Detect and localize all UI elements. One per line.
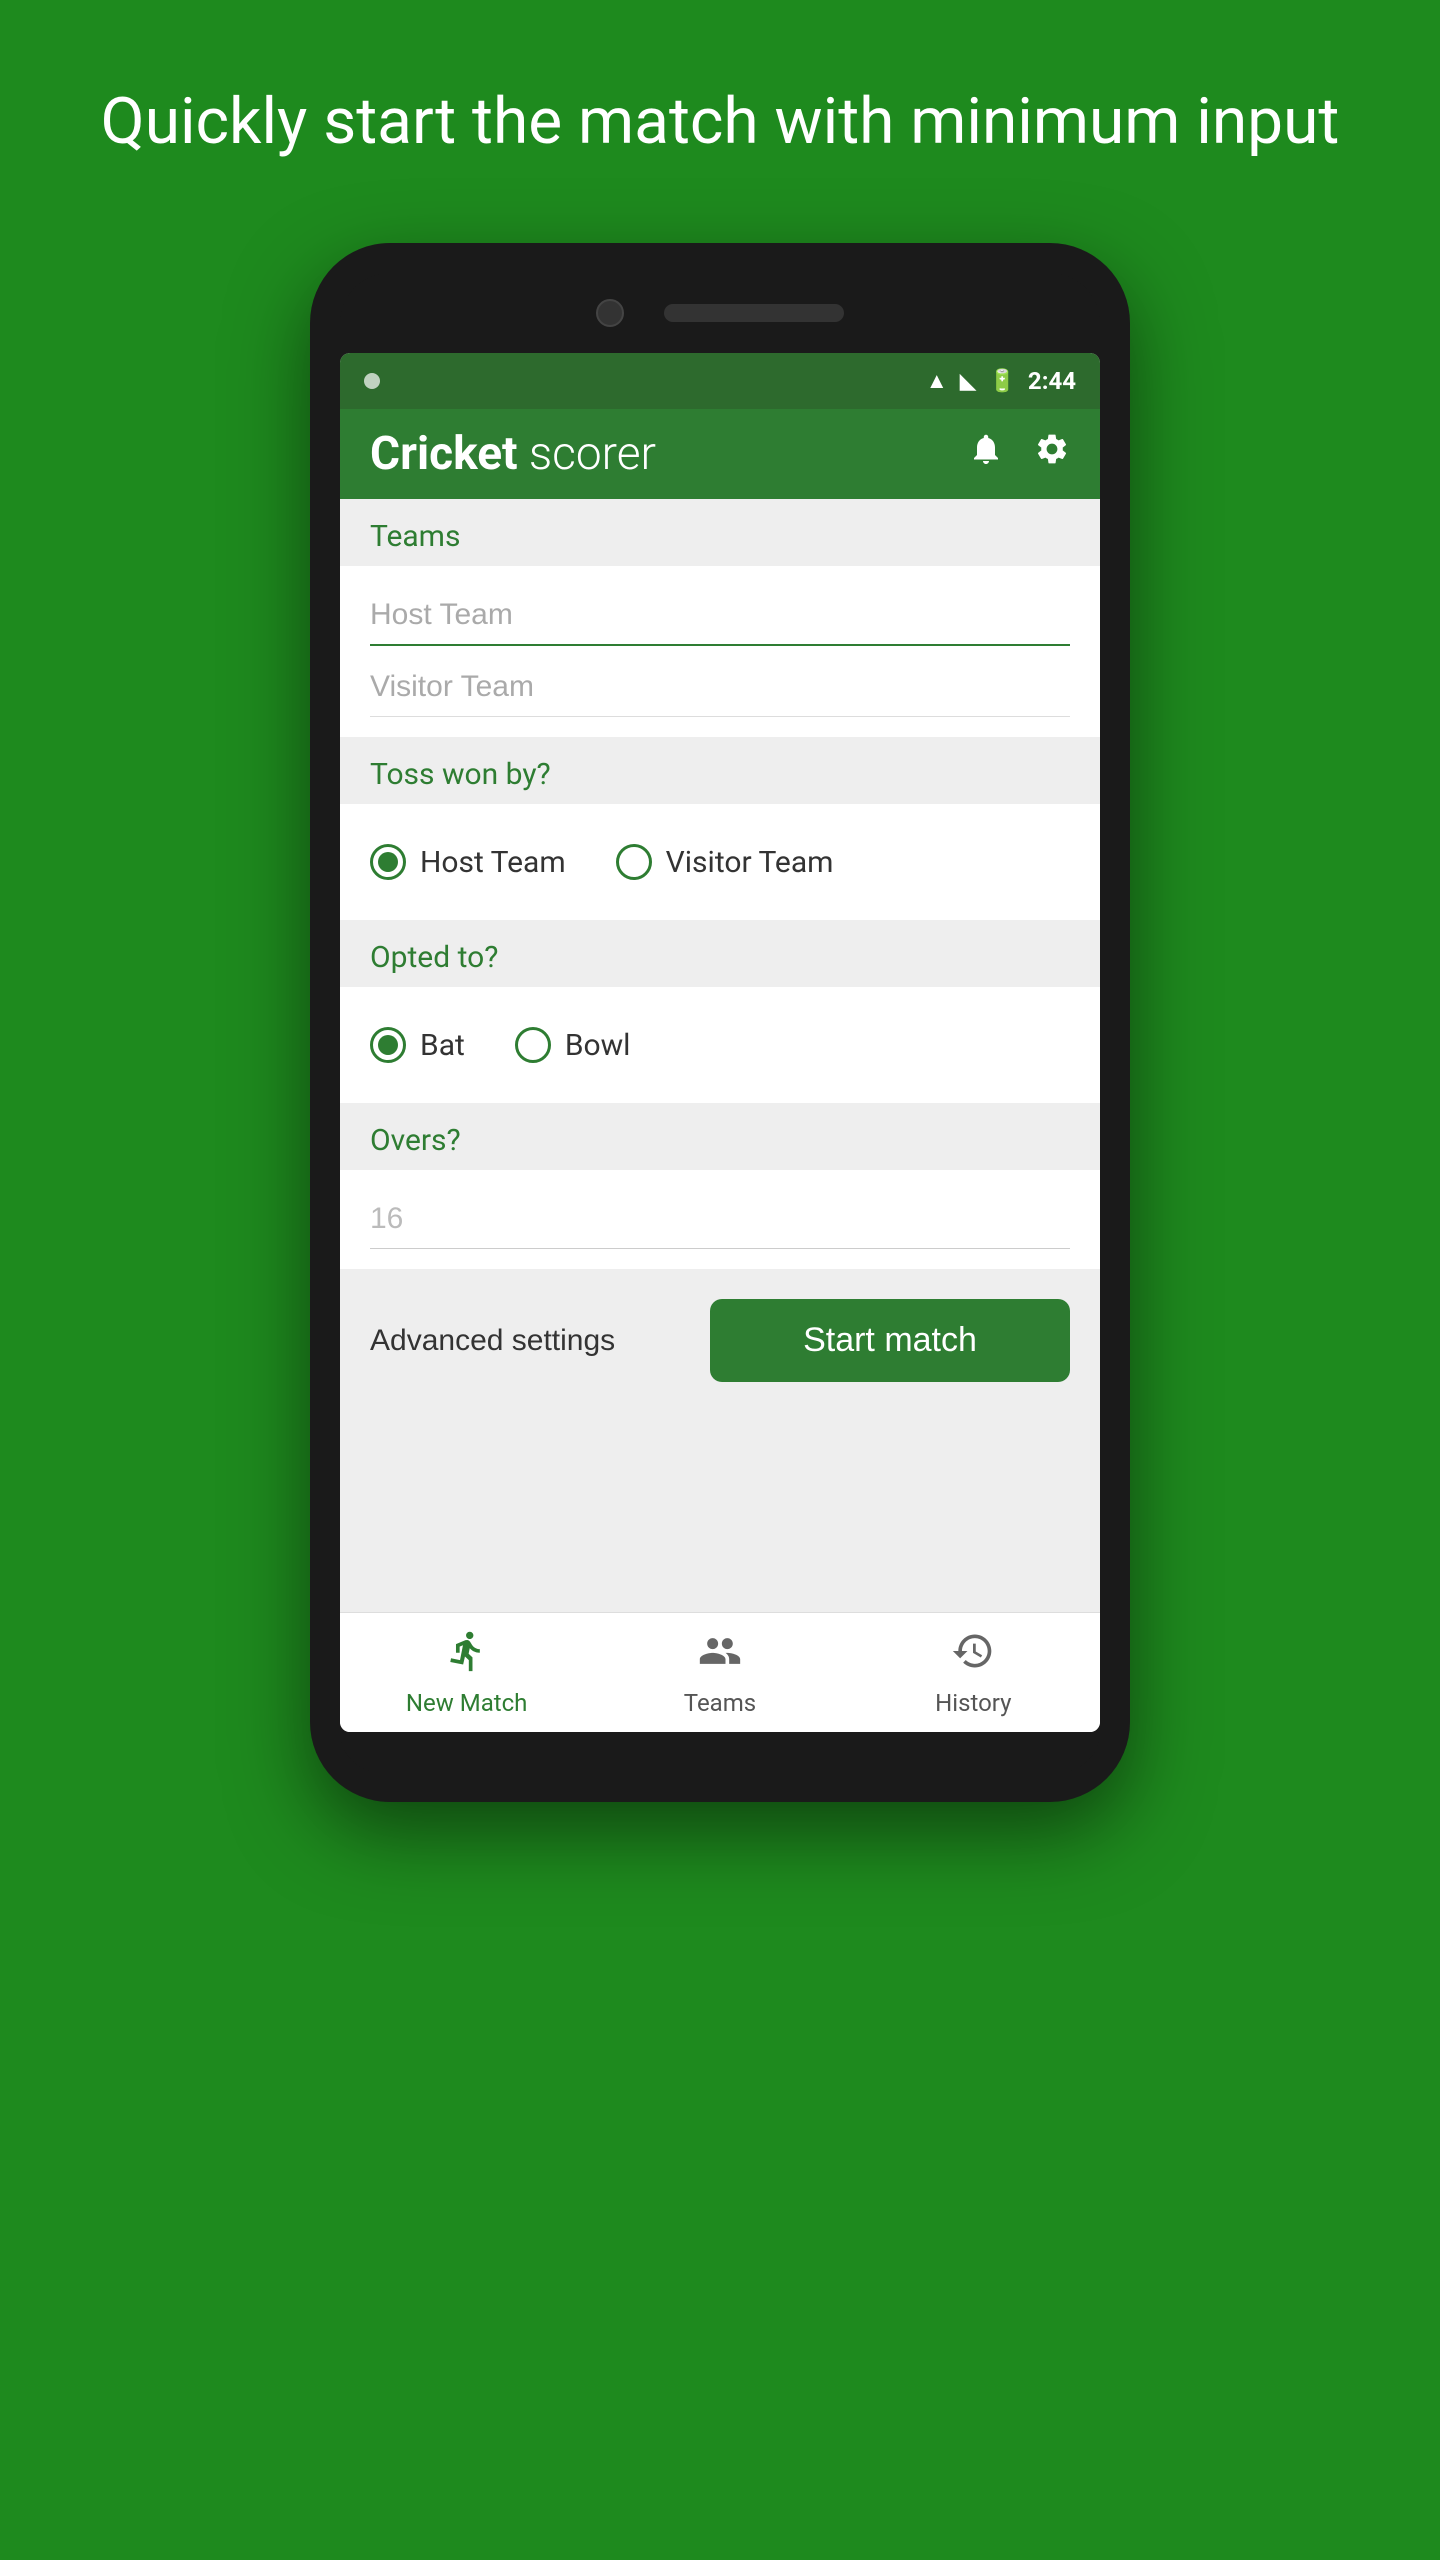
visitor-team-input[interactable] (370, 658, 1070, 717)
promo-text: Quickly start the match with minimum inp… (101, 80, 1340, 163)
toss-host-team-label: Host Team (420, 845, 566, 880)
phone-camera (596, 299, 624, 327)
nav-item-history[interactable]: History (847, 1619, 1100, 1727)
app-title-bold: Cricket (370, 427, 518, 481)
teams-card (340, 566, 1100, 737)
toss-card: Host Team Visitor Team (340, 804, 1100, 920)
status-dot (364, 373, 380, 389)
app-bar: Cricket scorer (340, 409, 1100, 499)
overs-card (340, 1170, 1100, 1269)
battery-icon: 🔋 (989, 369, 1016, 394)
new-match-icon (445, 1629, 489, 1683)
teams-icon (698, 1629, 742, 1683)
toss-host-team-radio[interactable]: Host Team (370, 844, 566, 880)
actions-row: Advanced settings Start match (340, 1269, 1100, 1412)
nav-item-teams[interactable]: Teams (593, 1619, 846, 1727)
host-team-input[interactable] (370, 586, 1070, 646)
toss-visitor-team-radio[interactable]: Visitor Team (616, 844, 834, 880)
phone-speaker (664, 304, 844, 322)
app-title: Cricket scorer (370, 427, 656, 481)
wifi-icon: ▲ (926, 368, 948, 394)
opted-bowl-radio[interactable]: Bowl (515, 1027, 631, 1063)
nav-label-new-match: New Match (406, 1689, 527, 1717)
opted-card: Bat Bowl (340, 987, 1100, 1103)
notification-icon[interactable] (968, 431, 1004, 477)
empty-area (340, 1412, 1100, 1612)
status-time: 2:44 (1028, 367, 1076, 395)
opted-section-label: Opted to? (340, 920, 1100, 987)
overs-section-label: Overs? (340, 1103, 1100, 1170)
advanced-settings-button[interactable]: Advanced settings (370, 1324, 615, 1358)
signal-icon: ◣ (960, 369, 977, 394)
opted-bat-radio[interactable]: Bat (370, 1027, 465, 1063)
app-title-light: scorer (518, 427, 656, 481)
bottom-nav: New Match Teams History (340, 1612, 1100, 1732)
toss-section-label: Toss won by? (340, 737, 1100, 804)
status-bar: ▲ ◣ 🔋 2:44 (340, 353, 1100, 409)
opted-bat-label: Bat (420, 1028, 465, 1063)
nav-label-teams: Teams (684, 1689, 756, 1717)
phone-frame: ▲ ◣ 🔋 2:44 Cricket scorer (310, 243, 1130, 1802)
opted-bowl-label: Bowl (565, 1028, 631, 1063)
nav-label-history: History (935, 1689, 1011, 1717)
nav-item-new-match[interactable]: New Match (340, 1619, 593, 1727)
gear-icon[interactable] (1034, 431, 1070, 477)
phone-screen: ▲ ◣ 🔋 2:44 Cricket scorer (340, 353, 1100, 1732)
history-icon (951, 1629, 995, 1683)
teams-section-label: Teams (340, 499, 1100, 566)
toss-visitor-team-label: Visitor Team (666, 845, 834, 880)
start-match-button[interactable]: Start match (710, 1299, 1070, 1382)
overs-input[interactable] (370, 1190, 1070, 1249)
